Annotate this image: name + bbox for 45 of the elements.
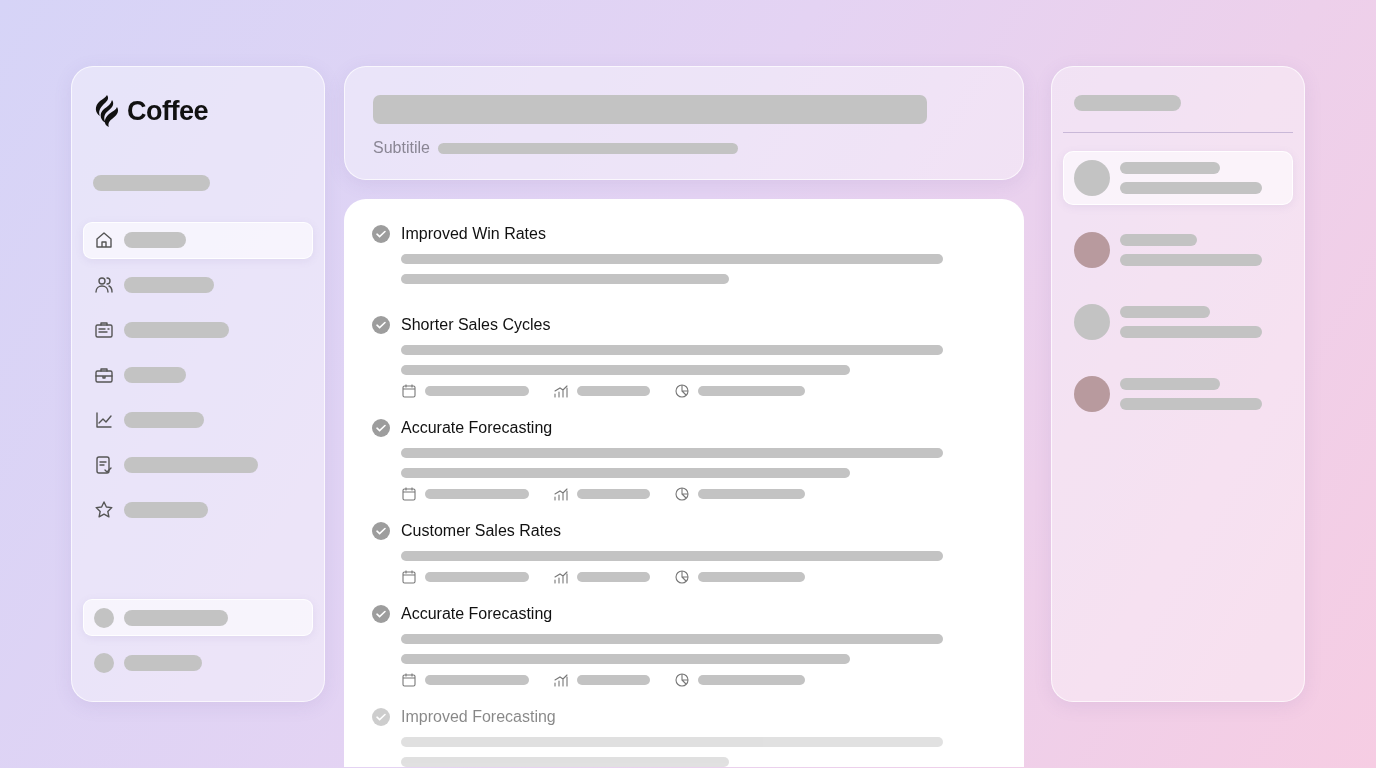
pie-chart-icon (674, 569, 690, 585)
bar-chart-icon (553, 672, 569, 688)
calendar-icon (401, 672, 417, 688)
checklist-icon (94, 455, 114, 475)
pie-chart-icon (674, 486, 690, 502)
users-icon (94, 275, 114, 295)
bar-chart-icon (553, 383, 569, 399)
check-circle-icon (372, 605, 390, 623)
briefcase-icon (94, 365, 114, 385)
benefit-title: Improved Forecasting (401, 707, 557, 727)
check-circle-icon (372, 225, 390, 243)
benefit-title: Accurate Forecasting (401, 418, 554, 438)
check-circle-icon (372, 419, 390, 437)
line-chart-icon (94, 410, 114, 430)
avatar-circle (94, 652, 114, 673)
subtitle-label: Subtitile (373, 138, 430, 158)
avatar-circle (94, 607, 114, 628)
skeleton-bar (124, 232, 186, 248)
home-icon (94, 230, 114, 250)
avatar-circle (1074, 160, 1110, 196)
pie-chart-icon (674, 383, 690, 399)
pie-chart-icon (674, 672, 690, 688)
skeleton-bar (124, 367, 186, 383)
calendar-icon (401, 383, 417, 399)
benefit-title: Accurate Forecasting (401, 604, 554, 624)
sidebar-item[interactable] (83, 221, 313, 259)
check-circle-icon (372, 316, 390, 334)
check-circle-icon (372, 522, 390, 540)
bar-chart-icon (553, 569, 569, 585)
bar-chart-icon (553, 486, 569, 502)
benefit-title: Shorter Sales Cycles (401, 315, 552, 335)
benefit-title: Customer Sales Rates (401, 521, 563, 541)
calendar-icon (401, 486, 417, 502)
benefit-title: Improved Win Rates (401, 224, 547, 244)
photo-placeholder (1074, 376, 1110, 412)
account-item[interactable] (83, 599, 313, 636)
photo-placeholder (1074, 232, 1110, 268)
star-icon (94, 500, 114, 520)
brand-name: Coffee (127, 95, 208, 128)
check-circle-icon (372, 708, 390, 726)
avatar-circle (1074, 304, 1110, 340)
contact-item[interactable] (1063, 151, 1293, 205)
clipboard-icon (94, 320, 114, 340)
calendar-icon (401, 569, 417, 585)
flame-logo-icon (93, 94, 121, 129)
